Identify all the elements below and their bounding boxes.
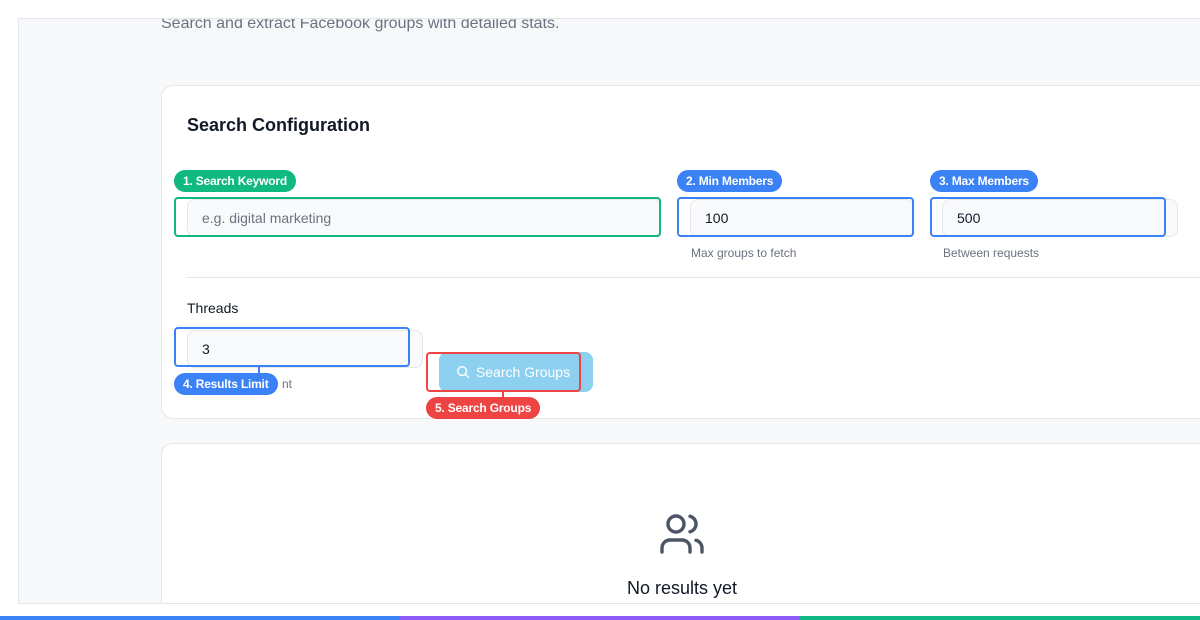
bottom-gradient-bar xyxy=(0,616,1200,620)
bottom-bar-segment-purple xyxy=(400,616,800,620)
bottom-bar-segment-green xyxy=(800,616,1200,620)
annotation-badge-3: 3. Max Members xyxy=(930,170,1038,192)
page-subtitle: Search and extract Facebook groups with … xyxy=(161,18,560,32)
users-icon xyxy=(658,510,706,563)
app-frame: Search and extract Facebook groups with … xyxy=(18,18,1200,604)
highlight-search-groups xyxy=(426,352,581,392)
bottom-bar-segment-blue xyxy=(0,616,400,620)
search-configuration-card: Search Configuration e.g. digital market… xyxy=(161,85,1200,419)
min-members-hint: Max groups to fetch xyxy=(691,246,797,260)
threads-label: Threads xyxy=(187,300,239,316)
annotation-badge-2: 2. Min Members xyxy=(677,170,783,192)
highlight-search-keyword xyxy=(174,197,661,237)
annotation-badge-5: 5. Search Groups xyxy=(426,397,541,419)
section-divider xyxy=(186,277,1200,278)
card-title: Search Configuration xyxy=(187,115,371,135)
highlight-results-limit xyxy=(174,327,410,367)
annotation-badge-4: 4. Results Limit xyxy=(174,373,278,395)
highlight-min-members xyxy=(677,197,914,237)
annotation-badge-1: 1. Search Keyword xyxy=(174,170,296,192)
max-members-hint: Between requests xyxy=(943,246,1040,260)
threads-hint: nt xyxy=(282,377,293,391)
highlight-max-members xyxy=(930,197,1166,237)
empty-state-text: No results yet xyxy=(626,578,738,598)
results-card: No results yet xyxy=(161,443,1200,603)
